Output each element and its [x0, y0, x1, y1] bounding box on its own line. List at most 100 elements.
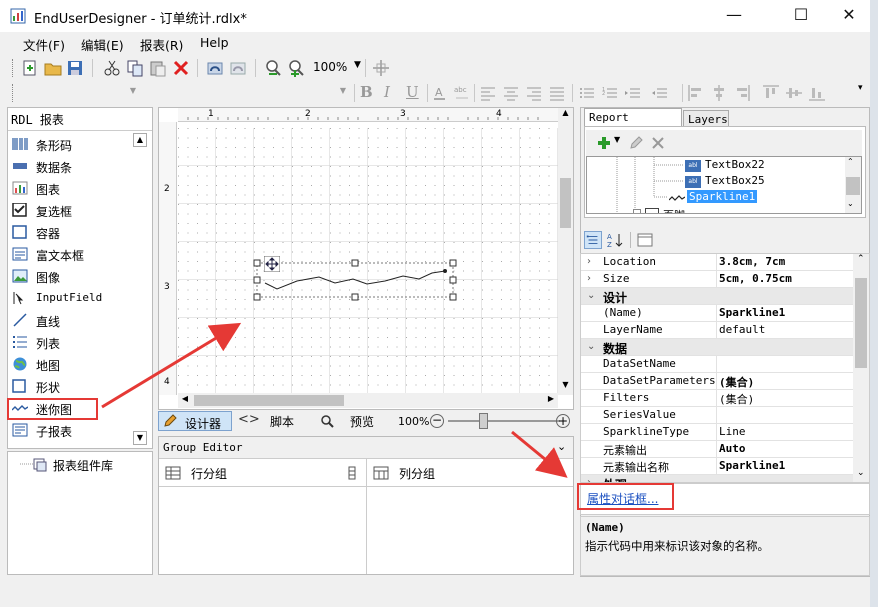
property-value[interactable]: Auto [719, 442, 746, 455]
text-style-icon[interactable]: abc [453, 84, 471, 102]
bullet-list-icon[interactable] [578, 84, 596, 102]
menu-help[interactable]: Help [200, 35, 229, 50]
property-category[interactable]: ›外观 [581, 475, 855, 482]
designer-vertical-scrollbar[interactable]: ▲ ▼ [558, 108, 573, 395]
edit-icon[interactable] [628, 135, 644, 151]
close-button[interactable]: ✕ [826, 0, 872, 32]
property-row[interactable]: LayerName default [581, 322, 855, 339]
scroll-right-icon[interactable]: ▶ [544, 394, 558, 407]
property-row[interactable]: 元素输出 Auto [581, 441, 855, 458]
align-centers-icon[interactable] [710, 84, 728, 102]
toolbox-item-line[interactable]: 直线 [10, 310, 130, 331]
property-value[interactable]: Line [719, 425, 746, 438]
property-row[interactable]: DataSetParameters (集合) [581, 373, 855, 390]
tree-scroll-up-icon[interactable]: ⌃ [847, 157, 854, 166]
property-row[interactable]: DataSetName [581, 356, 855, 373]
font-size-select[interactable]: ▼ [145, 84, 350, 102]
tab-script[interactable]: 脚本 [238, 410, 302, 432]
alphabetical-icon[interactable]: AZ [606, 231, 624, 249]
bold-button[interactable]: B [360, 83, 373, 101]
minimize-button[interactable]: — [711, 0, 757, 32]
scroll-left-icon[interactable]: ◀ [178, 394, 192, 407]
number-list-icon[interactable]: 12 [601, 84, 619, 102]
scroll-thumb[interactable] [846, 177, 860, 195]
zoom-slider-thumb[interactable] [479, 413, 488, 429]
property-value[interactable]: 5cm, 0.75cm [719, 272, 792, 285]
scroll-up-icon[interactable]: ▲ [559, 108, 572, 122]
toolbox-scroll-up-icon[interactable]: ▲ [133, 133, 147, 147]
zoom-slider-track[interactable] [448, 420, 560, 422]
align-left-icon[interactable] [479, 84, 497, 102]
add-icon[interactable] [596, 135, 612, 151]
align-justify-icon[interactable] [548, 84, 566, 102]
toolbox-item-chart[interactable]: 图表 [10, 178, 130, 199]
property-row[interactable]: Filters (集合) [581, 390, 855, 407]
toolbox-item-list[interactable]: 列表 [10, 332, 130, 353]
property-expander-icon[interactable]: › [587, 256, 591, 267]
zoom-in-icon[interactable] [264, 59, 282, 77]
scroll-thumb[interactable] [194, 395, 344, 406]
undo-icon[interactable] [206, 59, 224, 77]
tab-designer[interactable]: 设计器 [158, 411, 232, 431]
toolbox-item-barcode[interactable]: 条形码 [10, 134, 130, 155]
sparkline-control[interactable] [253, 259, 457, 301]
property-pages-icon[interactable] [636, 231, 654, 249]
tree-item-sparkline1[interactable]: Sparkline1 [669, 190, 758, 206]
row-group-handle-icon[interactable] [347, 466, 357, 480]
font-color-icon[interactable]: A [431, 84, 449, 102]
property-value[interactable]: Sparkline1 [719, 306, 785, 319]
report-canvas[interactable] [178, 128, 558, 395]
toolbox-item-inputfield[interactable]: InputField [10, 288, 130, 309]
align-middles-icon[interactable] [785, 84, 803, 102]
italic-button[interactable]: I [384, 83, 390, 101]
tree-scroll-down-icon[interactable]: ⌄ [847, 199, 854, 208]
menu-edit[interactable]: 编辑(E) [81, 35, 124, 54]
property-row[interactable]: (Name) Sparkline1 [581, 305, 855, 322]
property-expander-icon[interactable]: › [587, 273, 591, 284]
property-scrollbar[interactable]: ⌃ ⌄ [853, 254, 869, 482]
property-row[interactable]: SeriesValue [581, 407, 855, 424]
redo-icon[interactable] [229, 59, 247, 77]
expand-icon[interactable] [633, 209, 641, 213]
toolbox-item-shape[interactable]: 形状 [10, 376, 130, 397]
add-dropdown-arrow-icon[interactable]: ▼ [614, 135, 620, 144]
tab-layers[interactable]: Layers [683, 110, 729, 126]
property-row[interactable]: SparklineType Line [581, 424, 855, 441]
align-lefts-icon[interactable] [687, 84, 705, 102]
toolbox-item-subreport[interactable]: 子报表 [10, 420, 130, 441]
toolbox-item-richtext[interactable]: 富文本框 [10, 244, 130, 265]
property-value[interactable]: 3.8cm, 7cm [719, 255, 785, 268]
library-label[interactable]: 报表组件库 [53, 457, 113, 474]
underline-button[interactable]: U [406, 83, 419, 101]
menu-report[interactable]: 报表(R) [140, 35, 183, 54]
categorized-icon[interactable] [584, 231, 602, 249]
property-value[interactable]: default [719, 323, 765, 336]
align-right-icon[interactable] [525, 84, 543, 102]
save-icon[interactable] [66, 59, 84, 77]
property-row[interactable]: 元素输出名称 Sparkline1 [581, 458, 855, 475]
tab-report-explorer[interactable]: Report Explorer [584, 108, 682, 137]
property-value[interactable]: Sparkline1 [719, 459, 785, 472]
toolbar-overflow-icon[interactable]: ▾ [858, 83, 863, 93]
collapse-chevron-icon[interactable]: ⌄ [557, 440, 566, 453]
paste-icon[interactable] [149, 59, 167, 77]
category-expander-icon[interactable]: ⌄ [587, 341, 595, 352]
font-name-select[interactable]: ▼ [20, 84, 140, 102]
property-category[interactable]: ⌄ 设计 [581, 288, 855, 305]
align-rights-icon[interactable] [733, 84, 751, 102]
scroll-down-icon[interactable]: ▼ [559, 380, 572, 394]
property-category[interactable]: ⌄ 数据 [581, 339, 855, 356]
zoom-dropdown-arrow-icon[interactable]: ▼ [354, 60, 361, 70]
move-icon[interactable] [372, 59, 390, 77]
align-center-icon[interactable] [502, 84, 520, 102]
prop-scroll-down-icon[interactable]: ⌄ [857, 468, 865, 478]
toolbox-item-container[interactable]: 容器 [10, 222, 130, 243]
delete-icon[interactable] [172, 59, 190, 77]
prop-scroll-up-icon[interactable]: ⌃ [857, 254, 865, 264]
designer-horizontal-scrollbar[interactable]: ◀ ▶ [178, 393, 558, 408]
zoom-plus-icon[interactable]: + [556, 414, 570, 428]
toolbox-item-image[interactable]: 图像 [10, 266, 130, 287]
indent-icon[interactable] [624, 84, 642, 102]
open-folder-icon[interactable] [44, 59, 62, 77]
scroll-thumb[interactable] [855, 278, 867, 368]
